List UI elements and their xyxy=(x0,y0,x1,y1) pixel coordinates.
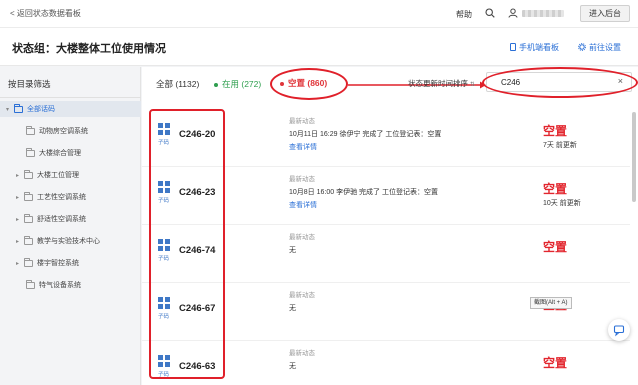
filter-all-tab[interactable]: 全部 (1132) xyxy=(156,78,199,90)
chat-icon xyxy=(613,325,625,337)
folder-icon xyxy=(24,191,33,201)
folder-icon xyxy=(26,279,35,289)
annotation-ellipse-search xyxy=(482,67,638,98)
caret-right-icon[interactable]: ▸ xyxy=(16,172,24,179)
user-icon[interactable] xyxy=(508,8,518,18)
folder-icon xyxy=(14,103,23,113)
latest-activity-label: 最新动态 xyxy=(289,118,315,125)
folder-icon xyxy=(26,125,35,135)
enter-backend-button[interactable]: 进入后台 xyxy=(580,5,630,22)
latest-activity-text: 无 xyxy=(289,305,296,312)
status-badge: 空置 xyxy=(543,182,568,196)
sidebar-item-comfort-hvac[interactable]: ▸ 舒适性空调系统 xyxy=(16,211,86,227)
sidebar-item-building-management[interactable]: 大楼综合管理 xyxy=(26,145,81,161)
sidebar-item-special-gas-equipment[interactable]: 特气设备系统 xyxy=(26,277,81,293)
view-details-link[interactable]: 查看详情 xyxy=(289,200,317,210)
gear-icon xyxy=(578,43,586,51)
mobile-dashboard-link[interactable]: 手机端看板 xyxy=(510,42,559,53)
latest-activity-text: 10月8日 16:00 李伊驰 完成了 工位登记表：空置 xyxy=(289,189,438,196)
main-panel: 全部 (1132) 在用 (272) 空置 (860) 状态更新时间排序 ⇅ C2… xyxy=(142,67,638,385)
green-dot-icon xyxy=(214,82,218,87)
folder-icon xyxy=(24,257,33,267)
user-name-blurred[interactable] xyxy=(522,10,564,17)
latest-activity-label: 最新动态 xyxy=(289,350,315,357)
page-title: 状态组：大楼整体工位使用情况 xyxy=(12,43,166,55)
sidebar-title: 按目录筛选 xyxy=(8,79,51,89)
search-icon[interactable] xyxy=(485,8,495,18)
sidebar: 按目录筛选 ▾ 全部话码 动物房空调系统 大楼综合管理 ▸ 大楼工位管理 ▸ 工艺性空… xyxy=(0,67,141,385)
updated-time: 10天 前更新 xyxy=(543,200,581,207)
caret-down-icon[interactable]: ▾ xyxy=(6,106,14,113)
sort-icon: ⇅ xyxy=(470,82,476,88)
status-badge: 空置 xyxy=(543,240,568,254)
top-bar: < 返回状态数据看板 帮助 进入后台 xyxy=(0,0,638,28)
view-details-link[interactable]: 查看详情 xyxy=(289,142,317,152)
folder-icon xyxy=(24,213,33,223)
sidebar-item-all-codes[interactable]: ▾ 全部话码 xyxy=(0,101,141,117)
title-bar: 状态组：大楼整体工位使用情况 手机端看板 前往设置 xyxy=(0,28,638,66)
sidebar-item-teaching-lab-center[interactable]: ▸ 教学与实验技术中心 xyxy=(16,233,100,249)
status-badge: 空置 xyxy=(543,356,568,370)
scrollbar-thumb[interactable] xyxy=(632,112,636,202)
updated-time: 7天 前更新 xyxy=(543,142,577,149)
latest-activity-label: 最新动态 xyxy=(289,292,315,299)
latest-activity-label: 最新动态 xyxy=(289,234,315,241)
annotation-box-codes xyxy=(149,109,225,379)
latest-activity-text: 无 xyxy=(289,247,296,254)
phone-icon xyxy=(510,43,516,51)
folder-icon xyxy=(24,169,33,179)
help-link[interactable]: 帮助 xyxy=(456,9,472,20)
sort-by-update-time[interactable]: 状态更新时间排序 ⇅ xyxy=(408,78,475,89)
sidebar-divider xyxy=(0,97,141,98)
goto-settings-link[interactable]: 前往设置 xyxy=(578,42,621,53)
latest-activity-text: 无 xyxy=(289,363,296,370)
latest-activity-text: 10月11日 16:29 徐伊宁 完成了 工位登记表：空置 xyxy=(289,131,442,138)
back-to-dashboard-link[interactable]: < 返回状态数据看板 xyxy=(10,8,81,19)
caret-right-icon[interactable]: ▸ xyxy=(16,194,24,201)
caret-right-icon[interactable]: ▸ xyxy=(16,238,24,245)
status-badge: 空置 xyxy=(543,124,568,138)
sidebar-item-workstation-management[interactable]: ▸ 大楼工位管理 xyxy=(16,167,79,183)
filter-in-use-tab[interactable]: 在用 (272) xyxy=(214,78,261,90)
caret-right-icon[interactable]: ▸ xyxy=(16,260,24,267)
annotation-ellipse-vacant xyxy=(270,68,348,100)
floating-service-button[interactable] xyxy=(608,319,630,341)
screenshot-tooltip: 截图(Alt + A) xyxy=(530,297,572,309)
caret-right-icon[interactable]: ▸ xyxy=(16,216,24,223)
sidebar-item-building-smart-control[interactable]: ▸ 楼宇智控系统 xyxy=(16,255,79,271)
folder-icon xyxy=(26,147,35,157)
sidebar-item-animal-room-hvac[interactable]: 动物房空调系统 xyxy=(26,123,88,139)
folder-icon xyxy=(24,235,33,245)
sidebar-item-process-hvac[interactable]: ▸ 工艺性空调系统 xyxy=(16,189,86,205)
latest-activity-label: 最新动态 xyxy=(289,176,315,183)
